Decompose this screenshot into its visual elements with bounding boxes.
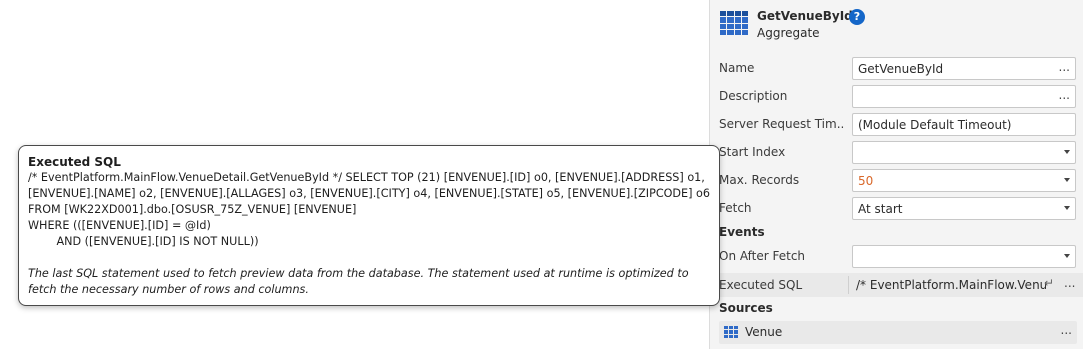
executed-sql-value[interactable]: /* EventPlatform.MainFlow.VenueDetail.Ge… [856, 278, 1046, 292]
description-edit-button[interactable]: ... [1059, 88, 1070, 102]
start-index-label: Start Index [719, 145, 786, 159]
description-field[interactable]: ... [852, 85, 1076, 108]
element-type: Aggregate [757, 26, 820, 40]
property-name: Name GetVenueById ... [719, 56, 1079, 82]
executed-sql-tooltip: Executed SQL /* EventPlatform.MainFlow.V… [18, 145, 720, 306]
chevron-down-icon[interactable] [1064, 178, 1070, 182]
element-title: GetVenueById [757, 9, 853, 23]
source-edit-button[interactable]: ... [1061, 323, 1072, 337]
on-after-fetch-label: On After Fetch [719, 249, 806, 263]
property-description: Description ... [719, 84, 1079, 110]
canvas: GetVenueById ? Aggregate Name GetVenueBy… [0, 0, 1083, 349]
max-records-select[interactable]: 50 [852, 169, 1076, 192]
name-label: Name [719, 61, 755, 75]
property-fetch: Fetch At start [719, 196, 1079, 222]
fetch-label: Fetch [719, 201, 752, 215]
properties-panel: GetVenueById ? Aggregate Name GetVenueBy… [709, 0, 1083, 349]
property-max-records: Max. Records 50 [719, 168, 1079, 194]
chevron-down-icon[interactable] [1064, 150, 1070, 154]
entity-icon [724, 326, 738, 338]
property-server-timeout: Server Request Tim... (Module Default Ti… [719, 112, 1079, 138]
name-field[interactable]: GetVenueById ... [852, 57, 1076, 80]
tooltip-sql: /* EventPlatform.MainFlow.VenueDetail.Ge… [28, 171, 710, 248]
chevron-down-icon[interactable] [1064, 206, 1070, 210]
executed-sql-edit-button[interactable]: ... [1064, 276, 1075, 290]
server-timeout-label: Server Request Tim... [719, 117, 845, 131]
property-executed-sql[interactable]: Executed SQL /* EventPlatform.MainFlow.V… [710, 273, 1083, 297]
executed-sql-label: Executed SQL [719, 278, 803, 292]
source-item-venue[interactable]: Venue ... [719, 321, 1077, 344]
name-edit-button[interactable]: ... [1059, 60, 1070, 74]
return-icon: ↵ [1044, 276, 1055, 290]
panel-header: GetVenueById ? Aggregate [710, 0, 1083, 44]
start-index-select[interactable] [852, 141, 1076, 164]
aggregate-icon [720, 11, 748, 35]
source-label: Venue [745, 325, 783, 339]
chevron-down-icon[interactable] [1064, 254, 1070, 258]
on-after-fetch-select[interactable] [852, 245, 1076, 268]
server-timeout-field[interactable]: (Module Default Timeout) [852, 113, 1076, 136]
max-records-label: Max. Records [719, 173, 800, 187]
sources-section-title: Sources [719, 301, 773, 315]
help-icon[interactable]: ? [849, 9, 865, 25]
property-start-index: Start Index [719, 140, 1079, 166]
tooltip-title: Executed SQL [28, 155, 121, 169]
events-section-title: Events [719, 225, 765, 239]
tooltip-note: The last SQL statement used to fetch pre… [28, 267, 689, 296]
divider [848, 276, 849, 294]
description-label: Description [719, 89, 788, 103]
fetch-select[interactable]: At start [852, 197, 1076, 220]
property-on-after-fetch: On After Fetch [719, 244, 1079, 270]
